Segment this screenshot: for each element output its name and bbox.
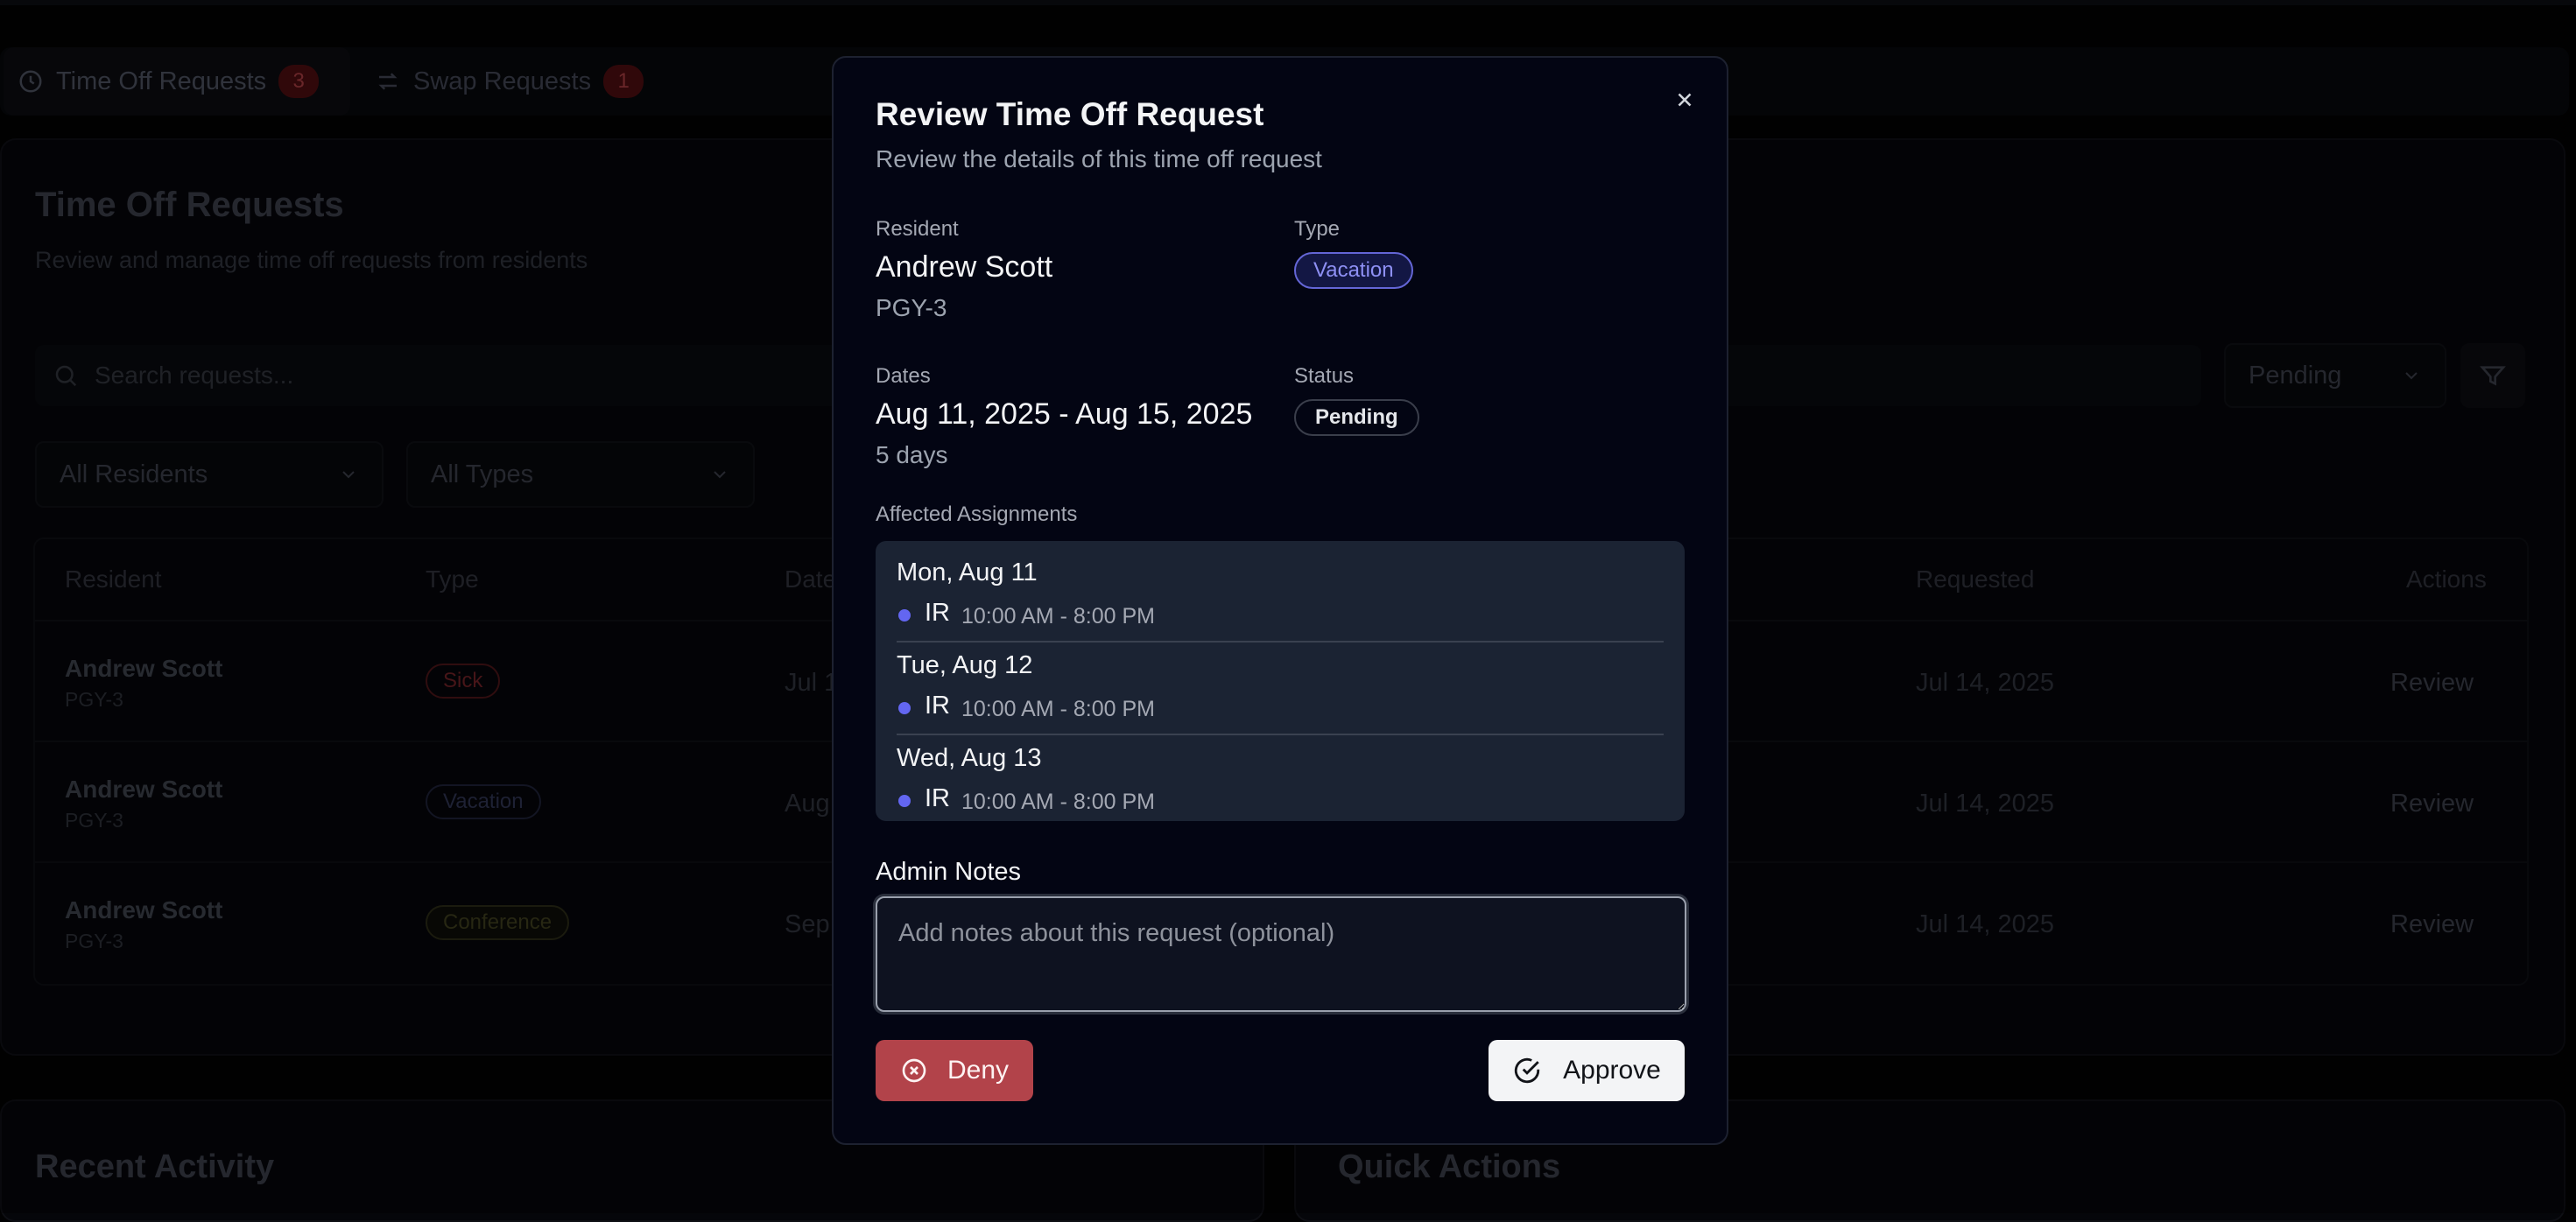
assignment-time: 10:00 AM - 8:00 PM: [961, 697, 1155, 721]
assignment-dot-icon: [898, 609, 911, 622]
close-icon: [1673, 88, 1696, 111]
assignment-time: 10:00 AM - 8:00 PM: [961, 790, 1155, 814]
close-button[interactable]: [1669, 84, 1700, 116]
type-label: Type: [1294, 217, 1341, 241]
check-circle-icon: [1512, 1056, 1542, 1085]
assignment-dot-icon: [898, 702, 911, 714]
affected-assignments-list[interactable]: Mon, Aug 11 IR 10:00 AM - 8:00 PM Tue, A…: [876, 541, 1685, 821]
x-circle-icon: [900, 1057, 928, 1085]
assignment-day: Mon, Aug 11: [897, 558, 1038, 586]
assignment-code: IR: [925, 599, 950, 627]
resident-label: Resident: [876, 217, 959, 241]
assignment-code: IR: [925, 692, 950, 720]
approve-button[interactable]: Approve: [1489, 1040, 1685, 1101]
assignment-item: Tue, Aug 12 IR 10:00 AM - 8:00 PM: [897, 634, 1664, 735]
dates-label: Dates: [876, 364, 931, 388]
resident-pgy: PGY-3: [876, 294, 947, 321]
assignment-time: 10:00 AM - 8:00 PM: [961, 604, 1155, 629]
admin-notes-textarea[interactable]: [876, 896, 1686, 1012]
modal-title: Review Time Off Request: [876, 96, 1264, 132]
dates-value: Aug 11, 2025 - Aug 15, 2025: [876, 397, 1253, 431]
resident-name: Andrew Scott: [876, 250, 1053, 284]
type-badge: Vacation: [1294, 252, 1413, 289]
deny-button[interactable]: Deny: [876, 1040, 1033, 1101]
assignment-item: Mon, Aug 11 IR 10:00 AM - 8:00 PM: [897, 541, 1664, 643]
status-badge: Pending: [1294, 399, 1419, 436]
assignment-day: Wed, Aug 13: [897, 744, 1042, 772]
approve-label: Approve: [1563, 1056, 1661, 1085]
days-count: 5 days: [876, 441, 948, 468]
assignment-code: IR: [925, 784, 950, 812]
admin-notes-label: Admin Notes: [876, 858, 1022, 886]
affected-assignments-label: Affected Assignments: [876, 502, 1078, 526]
deny-label: Deny: [947, 1056, 1010, 1085]
status-label: Status: [1294, 364, 1355, 388]
modal-subtitle: Review the details of this time off requ…: [876, 145, 1322, 172]
assignment-dot-icon: [898, 795, 911, 807]
assignment-item: Wed, Aug 13 IR 10:00 AM - 8:00 PM: [897, 727, 1664, 819]
assignment-day: Tue, Aug 12: [897, 651, 1033, 679]
